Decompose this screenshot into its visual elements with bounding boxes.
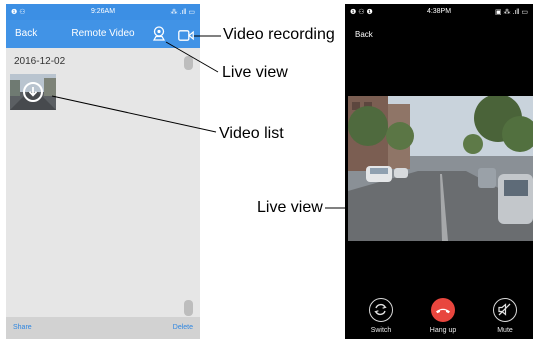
bottom-toolbar: Share Delete [6, 317, 200, 339]
annotation-live-view-right: Live view [257, 199, 323, 216]
mute-label: Mute [497, 327, 513, 334]
live-view-icon[interactable] [152, 26, 166, 46]
hang-up-label: Hang up [429, 327, 457, 334]
live-view-screen: ❶ ⚇ ❶ 4:38PM ▣ ⁂ .ıll ▭ Back Switch Hang… [345, 4, 533, 339]
switch-camera-button[interactable] [369, 298, 393, 322]
download-icon [23, 82, 43, 102]
header-bar: Back Remote Video [6, 20, 200, 48]
switch-label: Switch [370, 327, 392, 334]
status-bar: ❶ ⚇ 9:26AM ⁂ .ıll ▭ [6, 4, 200, 20]
hang-up-button[interactable] [431, 298, 455, 322]
annotation-live-view-top: Live view [222, 64, 288, 81]
back-button[interactable]: Back [355, 30, 373, 39]
video-recording-icon[interactable] [178, 28, 194, 46]
status-right-icons: ▣ ⁂ .ıll ▭ [494, 9, 528, 16]
status-bar: ❶ ⚇ ❶ 4:38PM ▣ ⁂ .ıll ▭ [345, 4, 533, 20]
delete-button[interactable]: Delete [173, 324, 193, 331]
status-right-icons: ⁂ .ıll ▭ [170, 9, 195, 16]
page-title: Remote Video [71, 28, 135, 39]
annotation-video-list: Video list [219, 125, 284, 142]
scroll-top-handle[interactable] [184, 56, 193, 70]
share-button[interactable]: Share [13, 324, 32, 331]
video-thumbnail[interactable] [10, 74, 56, 110]
date-label: 2016-12-02 [14, 56, 66, 67]
annotation-video-recording: Video recording [223, 26, 335, 43]
scroll-bottom-handle[interactable] [184, 300, 193, 316]
live-video-feed [348, 96, 533, 241]
remote-video-screen: ❶ ⚇ 9:26AM ⁂ .ıll ▭ Back Remote Video 20… [6, 4, 200, 339]
phone-hangup-icon [436, 308, 450, 314]
switch-camera-icon [374, 303, 387, 316]
mute-icon [498, 303, 511, 316]
mute-button[interactable] [493, 298, 517, 322]
